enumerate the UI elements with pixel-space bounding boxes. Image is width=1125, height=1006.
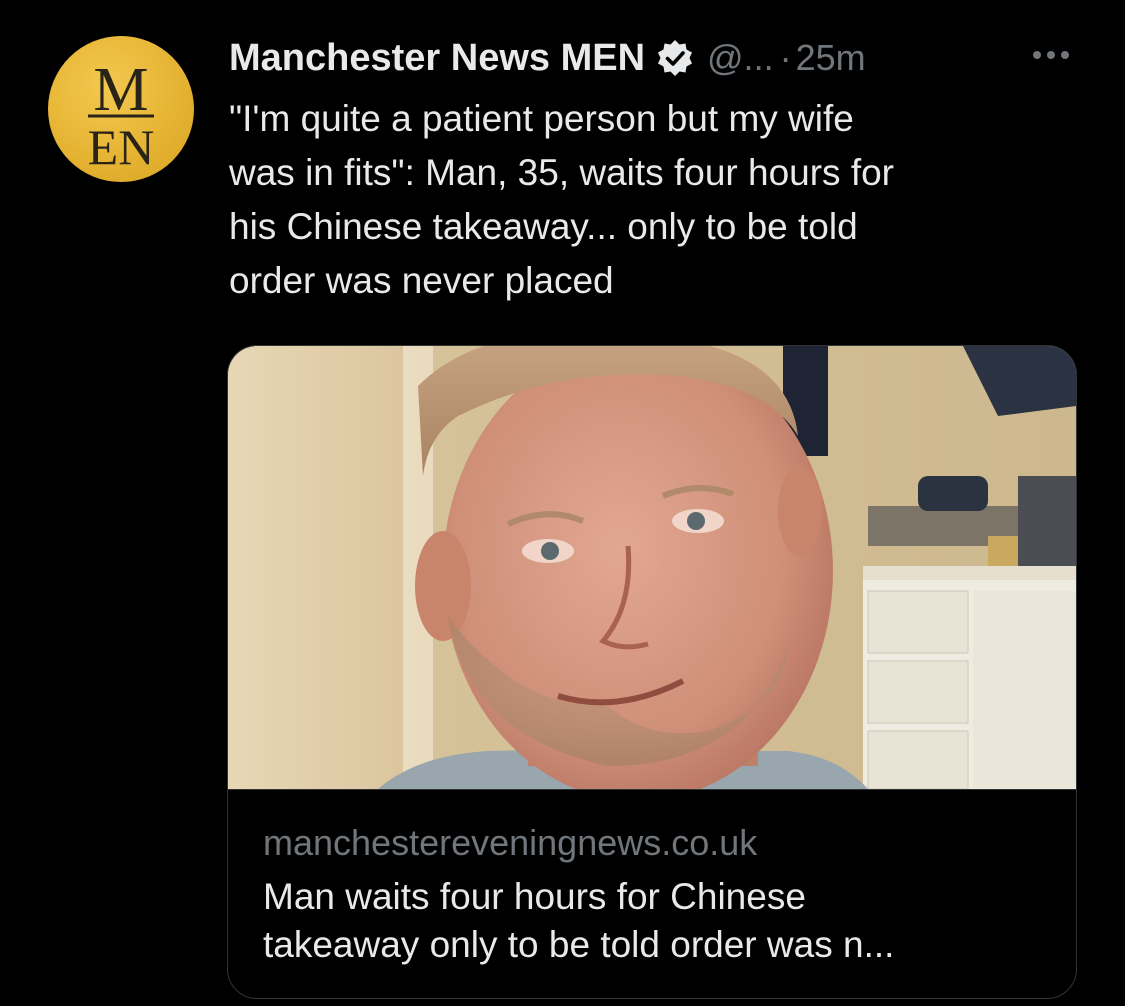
men-logo: M EN — [88, 56, 155, 175]
avatar-logo-bottom: EN — [88, 119, 155, 175]
more-options-button[interactable] — [1026, 38, 1076, 72]
tweet-text: "I'm quite a patient person but my wife … — [229, 98, 895, 301]
avatar-logo-top: M — [93, 56, 148, 124]
link-card[interactable]: manchestereveningnews.co.uk Man waits fo… — [227, 345, 1077, 999]
card-image[interactable] — [228, 346, 1076, 789]
tweet-header: Manchester News MEN @... · 25m — [229, 30, 866, 86]
card-divider — [228, 789, 1076, 790]
avatar[interactable]: M EN — [48, 36, 194, 182]
verified-badge-icon — [655, 38, 695, 78]
card-title: Man waits four hours for Chinese takeawa… — [263, 876, 895, 965]
more-horizontal-icon — [1033, 51, 1069, 59]
tweet[interactable]: M EN Manchester News MEN @... · 25m "I'm… — [0, 0, 1125, 1006]
handle[interactable]: @... — [707, 37, 774, 79]
display-name[interactable]: Manchester News MEN — [229, 37, 645, 80]
card-domain: manchestereveningnews.co.uk — [263, 822, 758, 863]
separator-dot: · — [779, 37, 792, 78]
timestamp[interactable]: 25m — [796, 37, 866, 79]
